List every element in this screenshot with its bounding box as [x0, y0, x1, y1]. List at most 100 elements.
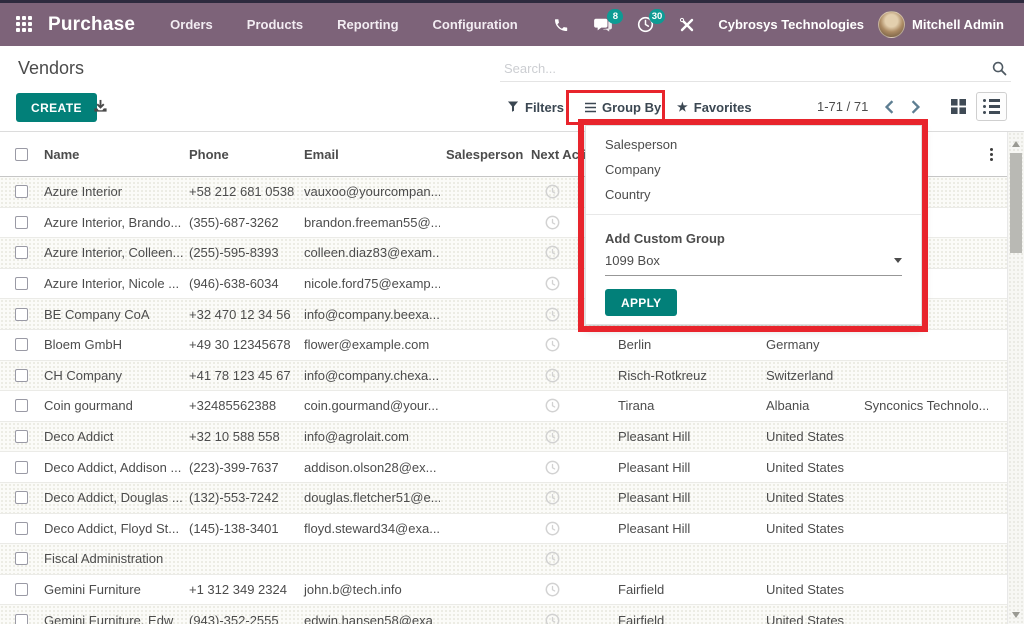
- column-header-salesperson[interactable]: Salesperson: [440, 147, 525, 162]
- cell-name: Deco Addict: [38, 429, 183, 444]
- next-activity-clock-icon[interactable]: [545, 521, 560, 536]
- group-by-option-salesperson[interactable]: Salesperson: [586, 132, 921, 157]
- messages-icon[interactable]: 8: [593, 15, 613, 35]
- next-activity-clock-icon[interactable]: [545, 582, 560, 597]
- row-checkbox[interactable]: [0, 246, 38, 259]
- custom-group-field-select[interactable]: 1099 Box: [605, 253, 902, 276]
- vertical-scrollbar[interactable]: [1007, 132, 1024, 624]
- cell-name: Azure Interior: [38, 184, 183, 199]
- cell-city: Pleasant Hill: [612, 521, 760, 536]
- row-checkbox[interactable]: [0, 277, 38, 290]
- table-row[interactable]: Deco Addict+32 10 588 558info@agrolait.c…: [0, 422, 1007, 453]
- group-by-option-country[interactable]: Country: [586, 182, 921, 207]
- table-row[interactable]: Deco Addict, Floyd St...(145)-138-3401fl…: [0, 514, 1007, 545]
- next-activity-clock-icon[interactable]: [545, 307, 560, 322]
- next-activity-clock-icon[interactable]: [545, 184, 560, 199]
- column-header-email[interactable]: Email: [298, 147, 440, 162]
- import-icon[interactable]: [93, 99, 108, 114]
- cell-email: john.b@tech.info: [298, 582, 440, 597]
- table-row[interactable]: Gemini Furniture, Edw(943)-352-2555edwin…: [0, 605, 1007, 624]
- kanban-view-button[interactable]: [943, 92, 974, 121]
- messages-badge: 8: [607, 9, 623, 24]
- cell-next-activity: [525, 551, 612, 566]
- group-by-option-company[interactable]: Company: [586, 157, 921, 182]
- cell-name: Fiscal Administration: [38, 551, 183, 566]
- menu-orders[interactable]: Orders: [153, 3, 230, 46]
- next-activity-clock-icon[interactable]: [545, 613, 560, 624]
- next-activity-clock-icon[interactable]: [545, 490, 560, 505]
- next-activity-clock-icon[interactable]: [545, 368, 560, 383]
- cell-country: United States: [760, 521, 858, 536]
- row-checkbox[interactable]: [0, 522, 38, 535]
- row-checkbox[interactable]: [0, 338, 38, 351]
- add-custom-group-label: Add Custom Group: [586, 222, 921, 244]
- group-by-button[interactable]: Group By: [585, 96, 661, 118]
- company-switcher[interactable]: Cybrosys Technologies: [718, 17, 864, 32]
- activities-icon[interactable]: 30: [635, 15, 655, 35]
- menu-products[interactable]: Products: [230, 3, 320, 46]
- next-activity-clock-icon[interactable]: [545, 398, 560, 413]
- odoo-purchase-vendors-screen: Purchase Orders Products Reporting Confi…: [0, 0, 1024, 624]
- next-activity-clock-icon[interactable]: [545, 429, 560, 444]
- next-activity-clock-icon[interactable]: [545, 245, 560, 260]
- search-icon[interactable]: [992, 61, 1007, 76]
- row-checkbox[interactable]: [0, 308, 38, 321]
- row-checkbox[interactable]: [0, 552, 38, 565]
- table-row[interactable]: Bloem GmbH+49 30 12345678flower@example.…: [0, 330, 1007, 361]
- column-header-name[interactable]: Name: [38, 147, 183, 162]
- scrollbar-down-arrow[interactable]: [1012, 612, 1020, 618]
- favorites-button[interactable]: ★ Favorites: [677, 96, 752, 118]
- next-activity-clock-icon[interactable]: [545, 276, 560, 291]
- pager-range: 1-71 / 71: [817, 99, 868, 114]
- row-checkbox[interactable]: [0, 491, 38, 504]
- row-checkbox[interactable]: [0, 185, 38, 198]
- next-activity-clock-icon[interactable]: [545, 337, 560, 352]
- table-row[interactable]: Gemini Furniture+1 312 349 2324john.b@te…: [0, 575, 1007, 606]
- row-checkbox[interactable]: [0, 216, 38, 229]
- phone-icon[interactable]: [551, 15, 571, 35]
- row-checkbox[interactable]: [0, 583, 38, 596]
- app-name[interactable]: Purchase: [48, 14, 135, 36]
- filters-button[interactable]: Filters: [507, 96, 564, 118]
- table-row[interactable]: CH Company+41 78 123 45 67info@company.c…: [0, 361, 1007, 392]
- table-row[interactable]: Fiscal Administration: [0, 544, 1007, 575]
- menu-configuration[interactable]: Configuration: [416, 3, 535, 46]
- row-checkbox[interactable]: [0, 461, 38, 474]
- cell-email: flower@example.com: [298, 337, 440, 352]
- menu-reporting[interactable]: Reporting: [320, 3, 415, 46]
- pager-previous-button[interactable]: [880, 98, 898, 116]
- row-checkbox[interactable]: [0, 614, 38, 624]
- cell-name: CH Company: [38, 368, 183, 383]
- next-activity-clock-icon[interactable]: [545, 460, 560, 475]
- scrollbar-up-arrow[interactable]: [1012, 141, 1020, 147]
- create-button[interactable]: CREATE: [16, 93, 97, 122]
- next-activity-clock-icon[interactable]: [545, 215, 560, 230]
- optional-columns-icon[interactable]: [988, 148, 1007, 161]
- select-all-checkbox[interactable]: [0, 148, 38, 161]
- cell-next-activity: [525, 460, 612, 475]
- row-checkbox[interactable]: [0, 430, 38, 443]
- pager-next-button[interactable]: [906, 98, 924, 116]
- apps-menu-icon[interactable]: [16, 16, 34, 34]
- row-checkbox[interactable]: [0, 399, 38, 412]
- row-checkbox[interactable]: [0, 369, 38, 382]
- cell-email: info@agrolait.com: [298, 429, 440, 444]
- table-row[interactable]: Deco Addict, Douglas ...(132)-553-7242do…: [0, 483, 1007, 514]
- next-activity-clock-icon[interactable]: [545, 551, 560, 566]
- tools-icon[interactable]: [677, 15, 697, 35]
- cell-country: Germany: [760, 337, 858, 352]
- column-header-phone[interactable]: Phone: [183, 147, 298, 162]
- table-row[interactable]: Coin gourmand+32485562388coin.gourmand@y…: [0, 391, 1007, 422]
- apply-button[interactable]: APPLY: [605, 289, 677, 316]
- user-menu[interactable]: Mitchell Admin: [912, 17, 1004, 32]
- list-view-button[interactable]: [976, 92, 1007, 121]
- cell-country: Albania: [760, 398, 858, 413]
- cell-email: brandon.freeman55@...: [298, 215, 440, 230]
- user-avatar[interactable]: [878, 11, 905, 38]
- table-row[interactable]: Deco Addict, Addison ...(223)-399-7637ad…: [0, 452, 1007, 483]
- search-bar[interactable]: Search...: [500, 55, 1011, 82]
- navbar-systray: 8 30 Cybrosys Technologies Mitchell Admi…: [540, 11, 1014, 38]
- cell-name: Bloem GmbH: [38, 337, 183, 352]
- cell-city: Berlin: [612, 337, 760, 352]
- scrollbar-thumb[interactable]: [1010, 153, 1022, 253]
